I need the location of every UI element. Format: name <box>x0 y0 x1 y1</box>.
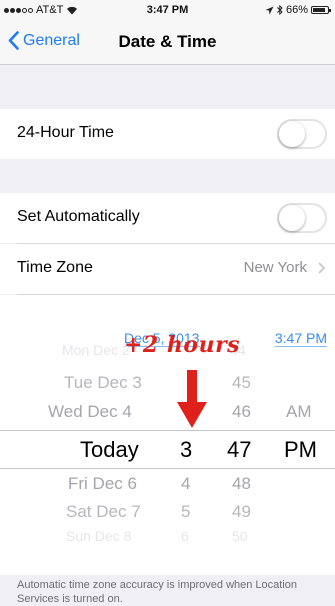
set-automatically-label: Set Automatically <box>17 208 140 225</box>
navigation-bar: General Date & Time <box>0 20 335 65</box>
timezone-label: Time Zone <box>17 259 93 276</box>
set-automatically-toggle[interactable] <box>277 203 327 233</box>
chevron-right-icon <box>318 262 325 274</box>
picker-day[interactable]: Wed Dec 4 <box>48 402 132 422</box>
toggle-knob <box>279 205 305 231</box>
picker-day[interactable]: Fri Dec 6 <box>68 474 137 494</box>
picker-day[interactable]: Mon Dec 2 <box>62 342 130 358</box>
page-title: Date & Time <box>118 32 217 51</box>
set-automatically-row: Set Automatically <box>0 193 335 243</box>
selected-time[interactable]: 3:47 PM <box>274 330 328 347</box>
picker-day[interactable]: Sun Dec 8 <box>66 528 131 544</box>
picker-minute[interactable]: 48 <box>232 474 251 494</box>
picker-minute[interactable]: 50 <box>232 528 248 544</box>
annotation-label: +2 hours <box>124 332 241 358</box>
picker-day[interactable]: Tue Dec 3 <box>64 373 142 393</box>
timezone-value: New York <box>243 259 307 276</box>
location-icon <box>265 6 274 14</box>
picker-day[interactable]: Sat Dec 7 <box>66 502 141 522</box>
status-right: 66% <box>265 4 331 16</box>
status-bar: AT&T 3:47 PM 66% <box>0 0 335 20</box>
picker-hour[interactable]: 4 <box>181 474 190 494</box>
arrow-down-icon <box>177 370 207 428</box>
picker-selection-top <box>0 430 335 431</box>
hour24-toggle[interactable] <box>277 119 327 149</box>
bluetooth-icon <box>277 5 283 15</box>
battery-percent: 66% <box>285 4 308 16</box>
picker-selection-bottom <box>0 468 335 469</box>
picker-ampm[interactable]: AM <box>286 402 312 422</box>
picker-hour[interactable]: 6 <box>181 528 189 544</box>
battery-icon <box>311 6 331 14</box>
timezone-row[interactable]: Time Zone New York <box>0 244 335 294</box>
picker-minute[interactable]: 46 <box>232 402 251 422</box>
footer-note: Automatic time zone accuracy is improved… <box>17 579 298 605</box>
picker-hour[interactable]: 5 <box>181 502 190 522</box>
picker-day-selected[interactable]: Today <box>80 437 139 463</box>
picker-ampm-selected[interactable]: PM <box>284 437 317 463</box>
picker-minute[interactable]: 49 <box>232 502 251 522</box>
picker-minute[interactable]: 45 <box>232 373 251 393</box>
hour24-row: 24-Hour Time <box>0 109 335 159</box>
picker-hour-selected[interactable]: 3 <box>180 437 192 463</box>
hour24-label: 24-Hour Time <box>17 124 114 141</box>
toggle-knob <box>279 121 305 147</box>
picker-minute-selected[interactable]: 47 <box>227 437 251 463</box>
